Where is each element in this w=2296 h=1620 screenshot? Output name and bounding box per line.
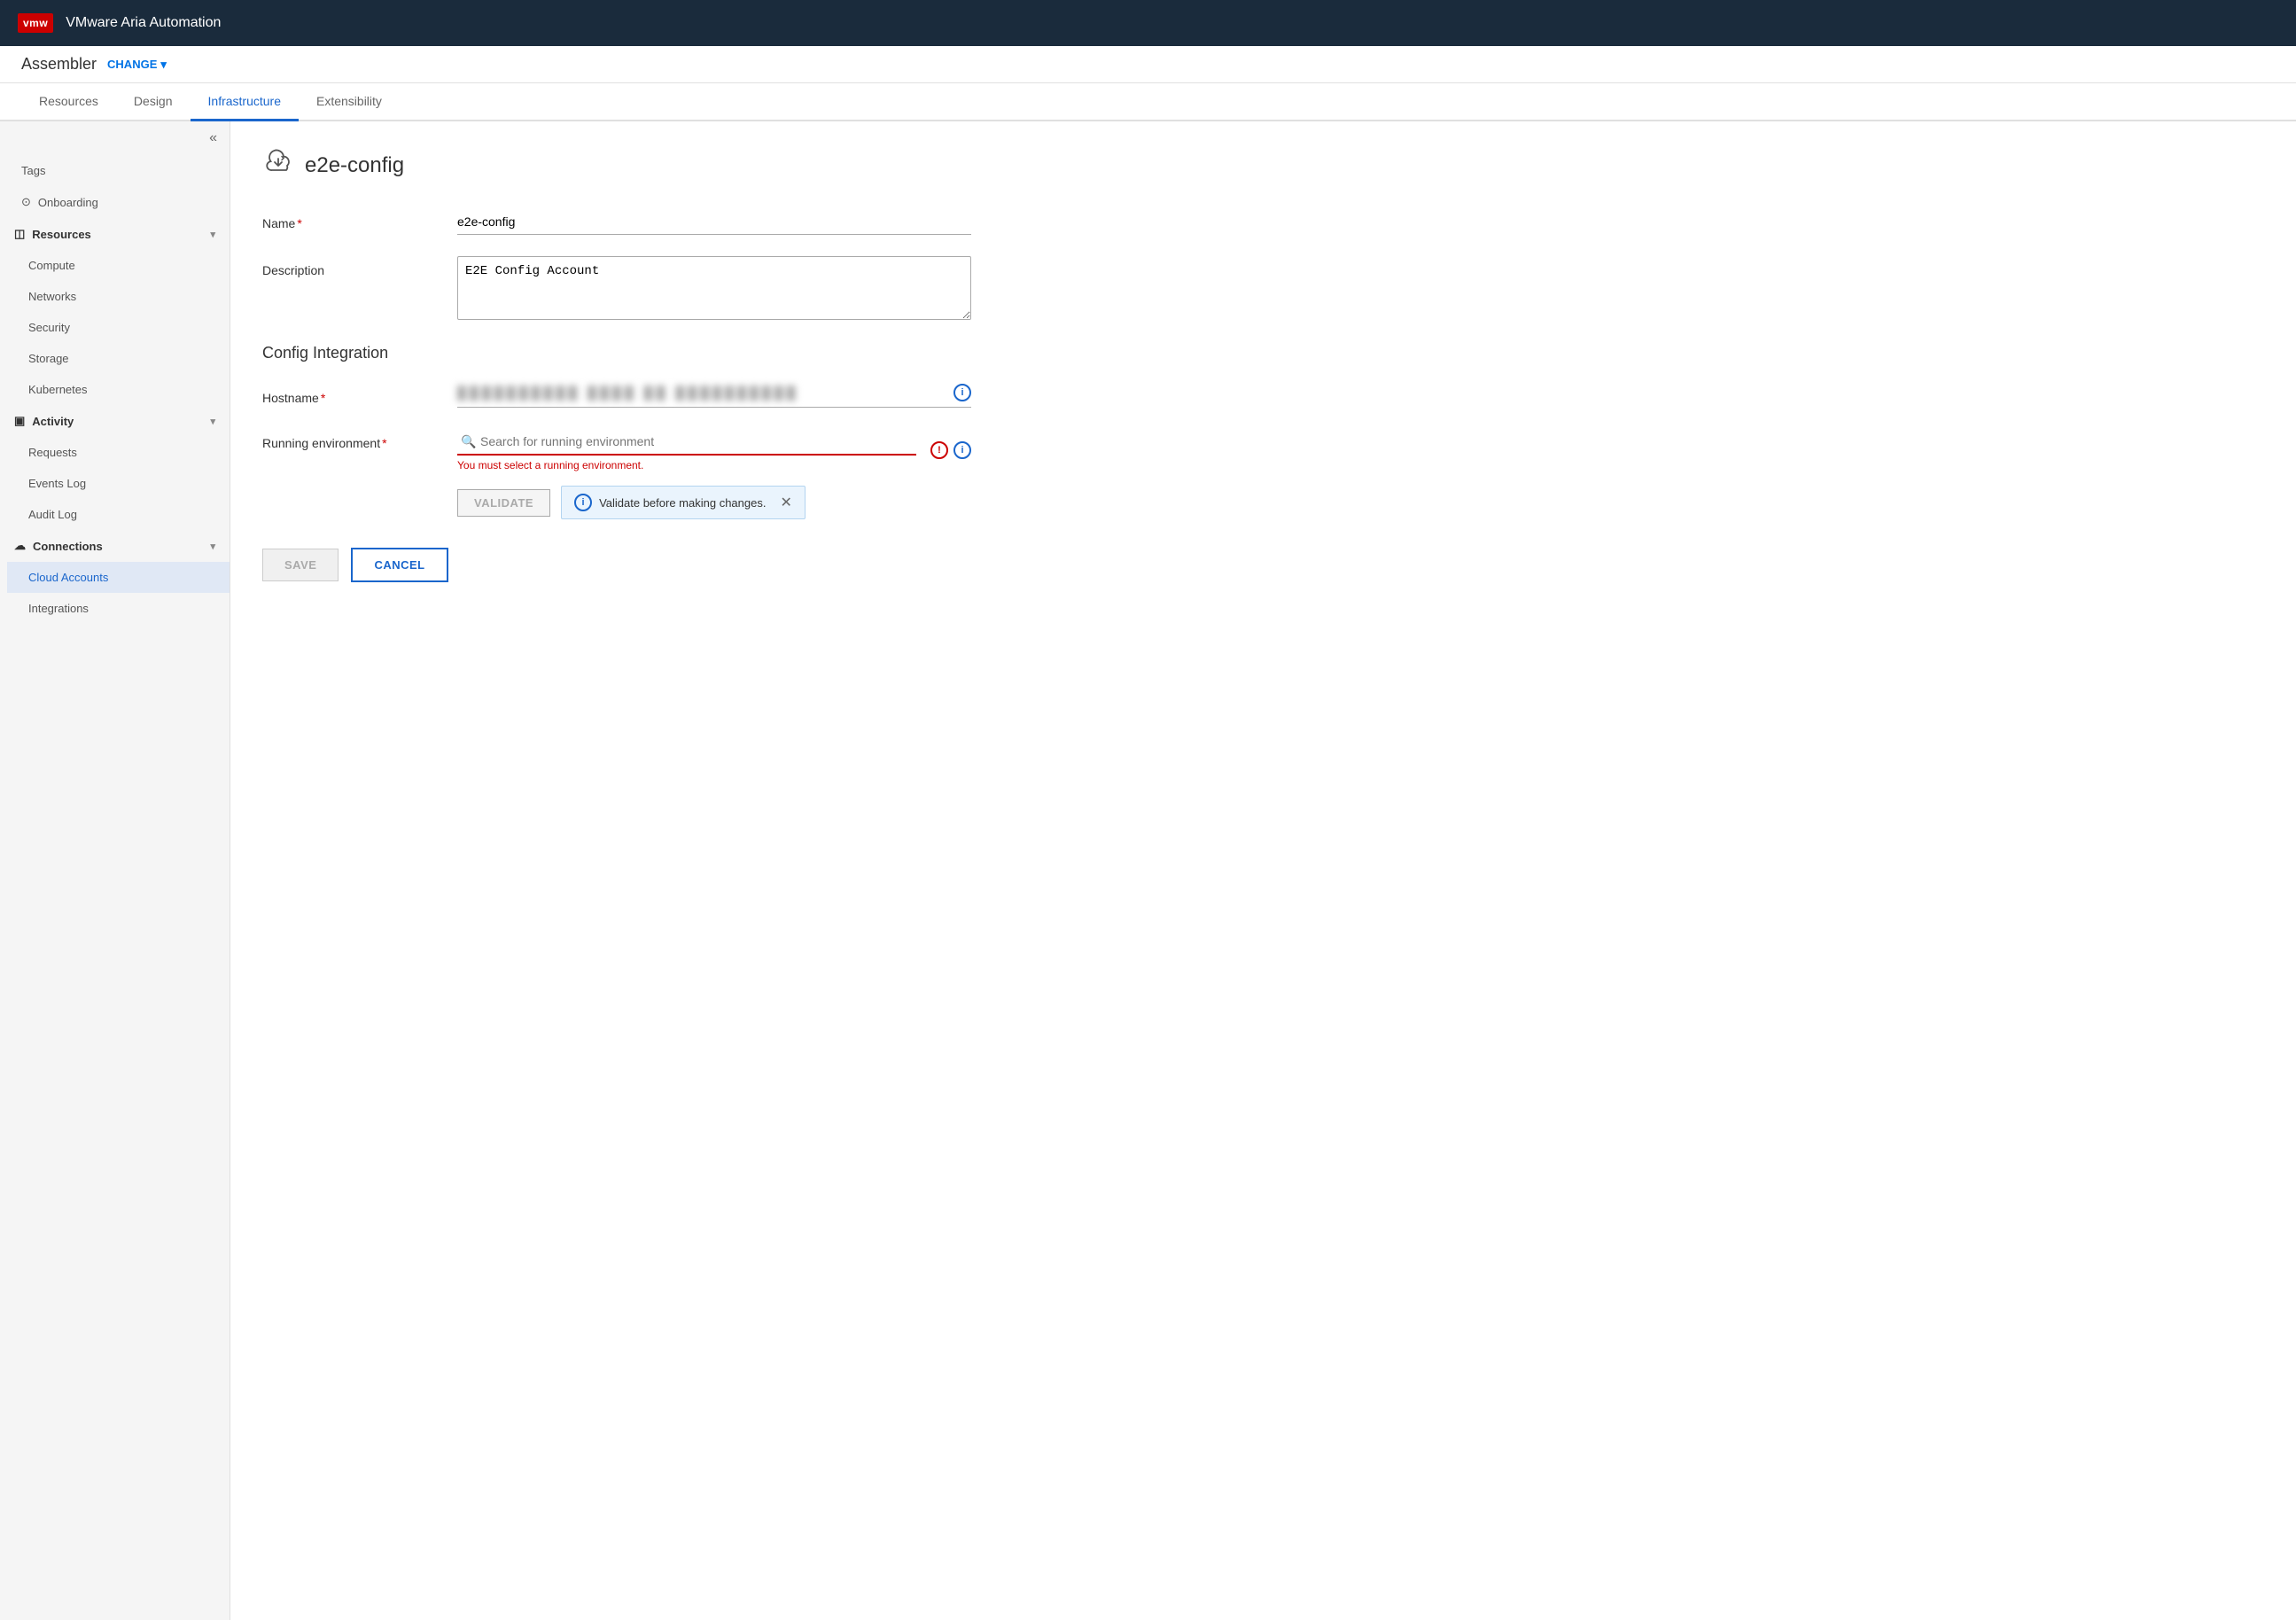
hostname-row: Hostname* ██████████ ████ ██ ██████████ … xyxy=(262,384,2264,408)
vmw-logo: vmw xyxy=(18,13,53,33)
description-label: Description xyxy=(262,256,457,277)
page-header: e2e-config xyxy=(262,146,2264,184)
running-env-control: 🔍 You must select a running environment.… xyxy=(457,429,971,519)
onboarding-label: Onboarding xyxy=(38,196,98,209)
tab-resources[interactable]: Resources xyxy=(21,83,116,121)
connections-chevron-icon: ▾ xyxy=(210,541,215,552)
tab-design[interactable]: Design xyxy=(116,83,191,121)
project-bar: Assembler CHANGE ▾ xyxy=(0,46,2296,83)
running-env-warning-icon[interactable]: ! xyxy=(930,441,948,459)
validate-button[interactable]: VALIDATE xyxy=(457,489,550,517)
name-required-star: * xyxy=(297,216,301,230)
description-textarea[interactable] xyxy=(457,256,971,320)
sidebar: « Tags ⊙ Onboarding ◫ Resources ▾ Comput… xyxy=(0,121,230,1620)
sidebar-item-events-log[interactable]: Events Log xyxy=(7,468,230,499)
running-env-row: Running environment* 🔍 You must select a… xyxy=(262,429,2264,519)
hostname-icons: i xyxy=(953,384,971,401)
topbar: vmw VMware Aria Automation xyxy=(0,0,2296,46)
description-control xyxy=(457,256,971,323)
action-buttons: SAVE CANCEL xyxy=(262,548,2264,582)
sidebar-section-connections[interactable]: ☁ Connections ▾ xyxy=(0,530,230,562)
connections-section-label: Connections xyxy=(33,540,103,553)
name-input[interactable] xyxy=(457,209,971,235)
validate-row: VALIDATE i Validate before making change… xyxy=(457,486,971,519)
hostname-value: ██████████ ████ ██ ██████████ xyxy=(457,386,939,400)
hostname-label: Hostname* xyxy=(262,384,457,405)
sidebar-section-resources[interactable]: ◫ Resources ▾ xyxy=(0,218,230,250)
sidebar-item-tags[interactable]: Tags xyxy=(0,155,230,186)
sidebar-item-kubernetes[interactable]: Kubernetes xyxy=(7,374,230,405)
hostname-control: ██████████ ████ ██ ██████████ i xyxy=(457,384,971,408)
change-button[interactable]: CHANGE ▾ xyxy=(107,58,167,72)
search-icon: 🔍 xyxy=(461,434,476,449)
sidebar-item-cloud-accounts[interactable]: Cloud Accounts xyxy=(7,562,230,593)
hostname-required-star: * xyxy=(321,391,325,405)
hostname-value-row: ██████████ ████ ██ ██████████ i xyxy=(457,384,971,408)
onboarding-icon: ⊙ xyxy=(21,195,31,209)
sidebar-item-networks[interactable]: Networks xyxy=(7,281,230,312)
resources-section-label: Resources xyxy=(32,228,90,241)
main-layout: « Tags ⊙ Onboarding ◫ Resources ▾ Comput… xyxy=(0,121,2296,1620)
tab-infrastructure[interactable]: Infrastructure xyxy=(191,83,299,121)
page-cloud-sync-icon xyxy=(262,146,294,184)
tab-nav: Resources Design Infrastructure Extensib… xyxy=(0,83,2296,121)
tab-extensibility[interactable]: Extensibility xyxy=(299,83,400,121)
sidebar-item-onboarding[interactable]: ⊙ Onboarding xyxy=(0,186,230,218)
tags-label: Tags xyxy=(21,164,45,177)
description-row: Description xyxy=(262,256,2264,323)
running-env-search-input[interactable] xyxy=(457,429,916,454)
activity-chevron-icon: ▾ xyxy=(210,416,215,427)
save-button[interactable]: SAVE xyxy=(262,549,339,581)
validate-message-text: Validate before making changes. xyxy=(599,496,766,510)
name-row: Name* xyxy=(262,209,2264,235)
running-env-search-wrap: 🔍 xyxy=(457,429,916,456)
validate-message-box: i Validate before making changes. ✕ xyxy=(561,486,806,519)
resources-chevron-icon: ▾ xyxy=(210,229,215,240)
resources-section-icon: ◫ xyxy=(14,227,25,241)
running-env-icons: ! i xyxy=(930,441,971,459)
activity-section-icon: ▣ xyxy=(14,414,25,428)
running-env-info-icon[interactable]: i xyxy=(953,441,971,459)
running-env-required-star: * xyxy=(382,436,386,450)
sidebar-item-audit-log[interactable]: Audit Log xyxy=(7,499,230,530)
running-env-label: Running environment* xyxy=(262,429,457,450)
sidebar-item-security[interactable]: Security xyxy=(7,312,230,343)
sidebar-item-requests[interactable]: Requests xyxy=(7,437,230,468)
sidebar-activity-sub: Requests Events Log Audit Log xyxy=(0,437,230,530)
sidebar-item-compute[interactable]: Compute xyxy=(7,250,230,281)
sidebar-collapse-section: « xyxy=(0,121,230,155)
sidebar-item-integrations[interactable]: Integrations xyxy=(7,593,230,624)
cancel-button[interactable]: CANCEL xyxy=(351,548,448,582)
validate-close-button[interactable]: ✕ xyxy=(780,494,791,511)
name-label: Name* xyxy=(262,209,457,230)
hostname-info-icon[interactable]: i xyxy=(953,384,971,401)
app-title: VMware Aria Automation xyxy=(66,15,221,31)
sidebar-connections-sub: Cloud Accounts Integrations xyxy=(0,562,230,624)
sidebar-resources-sub: Compute Networks Security Storage Kubern… xyxy=(0,250,230,405)
activity-section-label: Activity xyxy=(32,415,74,428)
content-area: e2e-config Name* Description Config Inte… xyxy=(230,121,2296,1620)
running-env-error: You must select a running environment. xyxy=(457,459,916,471)
sidebar-collapse-button[interactable]: « xyxy=(209,130,217,146)
validate-info-icon: i xyxy=(574,494,592,511)
chevron-down-icon: ▾ xyxy=(160,58,167,72)
config-integration-title: Config Integration xyxy=(262,344,2264,362)
connections-section-icon: ☁ xyxy=(14,539,26,553)
page-title: e2e-config xyxy=(305,153,404,178)
sidebar-item-storage[interactable]: Storage xyxy=(7,343,230,374)
name-control xyxy=(457,209,971,235)
sidebar-section-activity[interactable]: ▣ Activity ▾ xyxy=(0,405,230,437)
project-name: Assembler xyxy=(21,55,97,74)
